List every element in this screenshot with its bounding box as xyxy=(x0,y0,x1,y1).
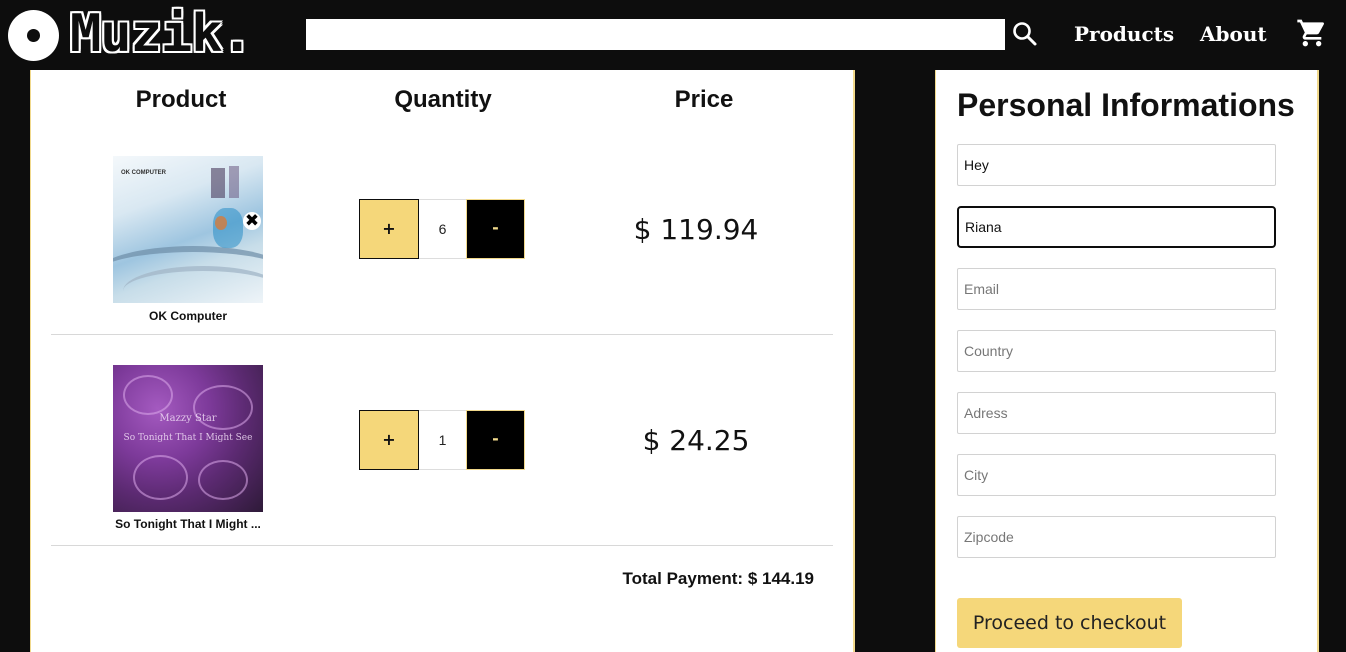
cart-panel: Product Quantity Price OK COMPUTER ✖ OK … xyxy=(30,70,855,652)
city-field[interactable] xyxy=(957,454,1276,496)
quantity-field[interactable] xyxy=(419,199,466,259)
vinyl-disc-icon xyxy=(8,10,59,61)
search-icon[interactable] xyxy=(1008,17,1042,51)
proceed-to-checkout-button[interactable]: Proceed to checkout xyxy=(957,598,1182,648)
increase-quantity-button[interactable]: + xyxy=(359,410,419,470)
album-cover-band: Mazzy Star xyxy=(159,413,217,424)
total-payment: Total Payment: $ 144.19 xyxy=(622,569,815,588)
quantity-field[interactable] xyxy=(419,410,466,470)
column-header-product: Product xyxy=(135,86,227,113)
row-divider xyxy=(51,545,833,546)
nav-link-about[interactable]: About xyxy=(1200,20,1267,48)
increase-quantity-button[interactable]: + xyxy=(359,199,419,259)
row-divider xyxy=(51,334,833,335)
close-icon[interactable]: ✖ xyxy=(243,212,261,230)
logo-text: Muzik. xyxy=(70,4,253,64)
column-header-price: Price xyxy=(674,86,734,113)
product-name: OK Computer xyxy=(149,309,227,323)
decrease-quantity-button[interactable]: - xyxy=(466,199,525,259)
zipcode-field[interactable] xyxy=(957,516,1276,558)
shopping-cart-icon[interactable] xyxy=(1296,17,1328,49)
form-title: Personal Informations xyxy=(957,87,1295,123)
album-cover-ok-computer: OK COMPUTER ✖ xyxy=(113,156,263,303)
item-price: $ 24.25 xyxy=(642,424,750,457)
nav-link-products[interactable]: Products xyxy=(1074,20,1174,48)
email-field[interactable] xyxy=(957,268,1276,310)
column-header-quantity: Quantity xyxy=(394,86,492,113)
item-price: $ 119.94 xyxy=(633,213,759,246)
album-cover-mazzy-star: Mazzy Star So Tonight That I Might See xyxy=(113,365,263,512)
product-name: So Tonight That I Might ... xyxy=(115,517,261,531)
search-input[interactable] xyxy=(306,19,1005,50)
top-navbar: Muzik. Products About xyxy=(0,0,1346,70)
album-cover-title: OK COMPUTER xyxy=(121,170,166,176)
address-field[interactable] xyxy=(957,392,1276,434)
muzik-logo[interactable]: Muzik. xyxy=(8,4,290,64)
last-name-field[interactable] xyxy=(957,206,1276,248)
album-cover-title: So Tonight That I Might See xyxy=(123,433,253,443)
decrease-quantity-button[interactable]: - xyxy=(466,410,525,470)
personal-info-panel: Personal Informations Proceed to checkou… xyxy=(935,70,1319,652)
country-field[interactable] xyxy=(957,330,1276,372)
first-name-field[interactable] xyxy=(957,144,1276,186)
